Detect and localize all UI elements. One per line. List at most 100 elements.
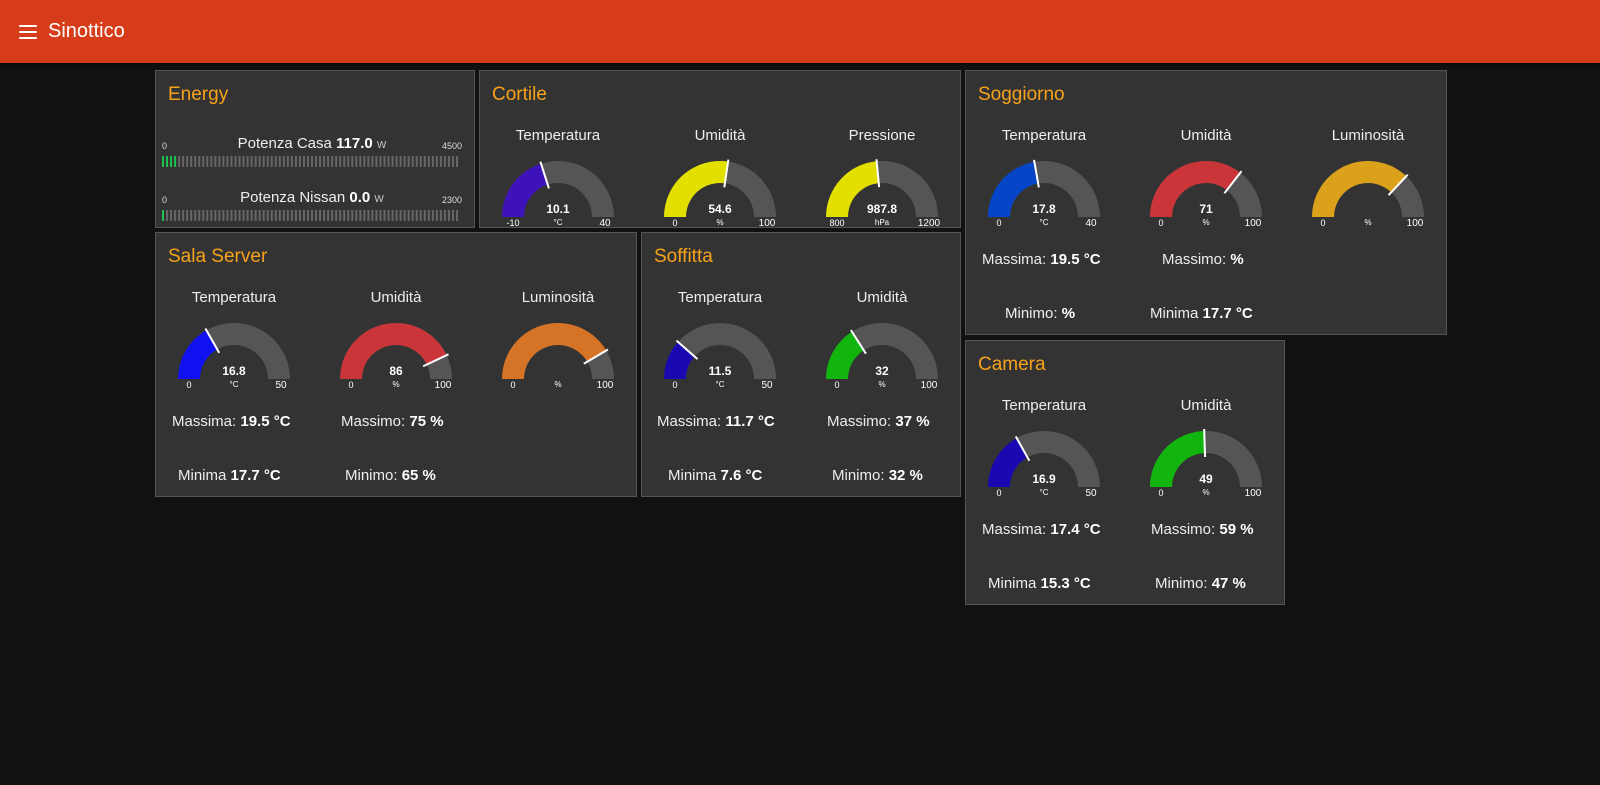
gauge-value: 16.8 [222,364,246,378]
bar-segment [351,156,354,167]
gauge-unit: °C [1040,488,1049,497]
bar-segment [391,210,394,221]
gauge-umidita: Umidità 49% 0 100 [1136,397,1276,507]
bar-segment [363,210,366,221]
bar-segment [290,156,293,167]
bar-segment [447,210,450,221]
gauge-pressione: Pressione 987.8 hPa 800 1200 [812,127,952,237]
gauge-max: 40 [599,218,611,229]
gauge-min: 0 [1158,218,1163,228]
bar-segment [166,156,169,167]
stat-min-temp: Minimo: % [1005,305,1076,322]
bar-segment [343,156,346,167]
gauge-fill [988,161,1039,217]
bar-segment [451,210,454,221]
gauge-luminosita: Luminosità% 0 100 [1298,127,1438,237]
bar-segment [359,156,362,167]
bar-segment [331,210,334,221]
gauge-min: 0 [996,218,1001,228]
bar-segment [254,156,257,167]
gauge-label: Umidità [694,127,746,144]
bar-segment [190,156,193,167]
bar-segment [222,210,225,221]
gauge-max: 100 [435,380,452,391]
bar-segment [339,210,342,221]
bar-max: 4500 [441,141,462,151]
bar-segment [311,210,314,221]
card-title: Camera [978,354,1046,375]
bar-segment [190,210,193,221]
bar-segment [435,210,438,221]
gauge-min: 0 [672,380,677,390]
hamburger-menu-icon[interactable] [19,24,37,39]
bar-segment [423,156,426,167]
bar-segment [375,210,378,221]
stat-min-hum: Minimo: 32 % [832,467,923,484]
bar-segment [415,156,418,167]
gauge-unit: % [1364,218,1371,227]
bar-segment [419,210,422,221]
gauge-unit: % [878,380,885,389]
gauge-fill [1150,431,1205,487]
bar-segment [367,156,370,167]
gauge-value: 71 [1199,202,1213,216]
bar-segment [343,210,346,221]
stat-max-hum: Massimo: % [1162,251,1244,268]
gauge-min: 0 [186,380,191,390]
gauge-min: 0 [834,380,839,390]
gauge-label: Pressione [848,127,916,144]
bar-segment [427,210,430,221]
gauge-unit: hPa [875,218,890,227]
bar-segment [335,156,338,167]
bar-max: 2300 [441,195,462,205]
bar-segment [262,156,265,167]
bar-segment [238,210,241,221]
bar-segment [443,210,446,221]
stat-min-hum: Minimo: 65 % [345,467,436,484]
bar-segment [355,156,358,167]
bar-segment [339,156,342,167]
bar-segment [395,156,398,167]
gauge-min: 800 [829,218,844,228]
bar-segment [302,156,305,167]
bar-segment [162,156,165,167]
bar-segment [230,156,233,167]
gauge-label: Temperatura [1001,127,1087,144]
gauge-fill [502,163,548,217]
bar-segment [455,210,458,221]
card-soffitta: Soffitta Temperatura 11.5 °C 0 50 Umidità 32%… [641,232,961,497]
stat-min-temp: Minima 15.3 °C [988,575,1091,592]
gauge-label: Temperatura [515,127,601,144]
bar-segment [431,210,434,221]
gauge-unit: % [1202,488,1209,497]
gauge-umidita: Umidità 71% 0 100 [1136,127,1276,237]
card-title: Soffitta [654,246,713,267]
gauge-label: Umidità [1180,127,1232,144]
gauge-unit: % [554,380,561,389]
stat-max-temp: Massima: 11.7 °C [657,413,775,430]
bar-segment [258,156,261,167]
bar-segment [439,210,442,221]
bar-segment [174,210,177,221]
bar-segment [194,210,197,221]
bar-segment [323,210,326,221]
bar-segment [270,156,273,167]
bar-segment [214,210,217,221]
bar-segment [319,210,322,221]
gauge-unit: °C [1040,218,1049,227]
card-title: Soggiorno [978,84,1065,105]
gauge-max: 50 [1085,488,1097,499]
bar-segment [319,156,322,167]
bar-segment [174,156,177,167]
bar-segment [419,156,422,167]
gauge-label: Luminosità [521,289,595,306]
bar-segment [399,156,402,167]
card-title: Energy [168,84,229,105]
gauge-max: 100 [921,380,938,391]
gauge-temperatura: Temperatura 10.1 °C -10 40 [488,127,628,237]
bar-segment [331,156,334,167]
bar-segment [391,156,394,167]
bar-segment [214,156,217,167]
gauge-value: 16.9 [1032,472,1056,486]
level-bar [162,210,458,221]
